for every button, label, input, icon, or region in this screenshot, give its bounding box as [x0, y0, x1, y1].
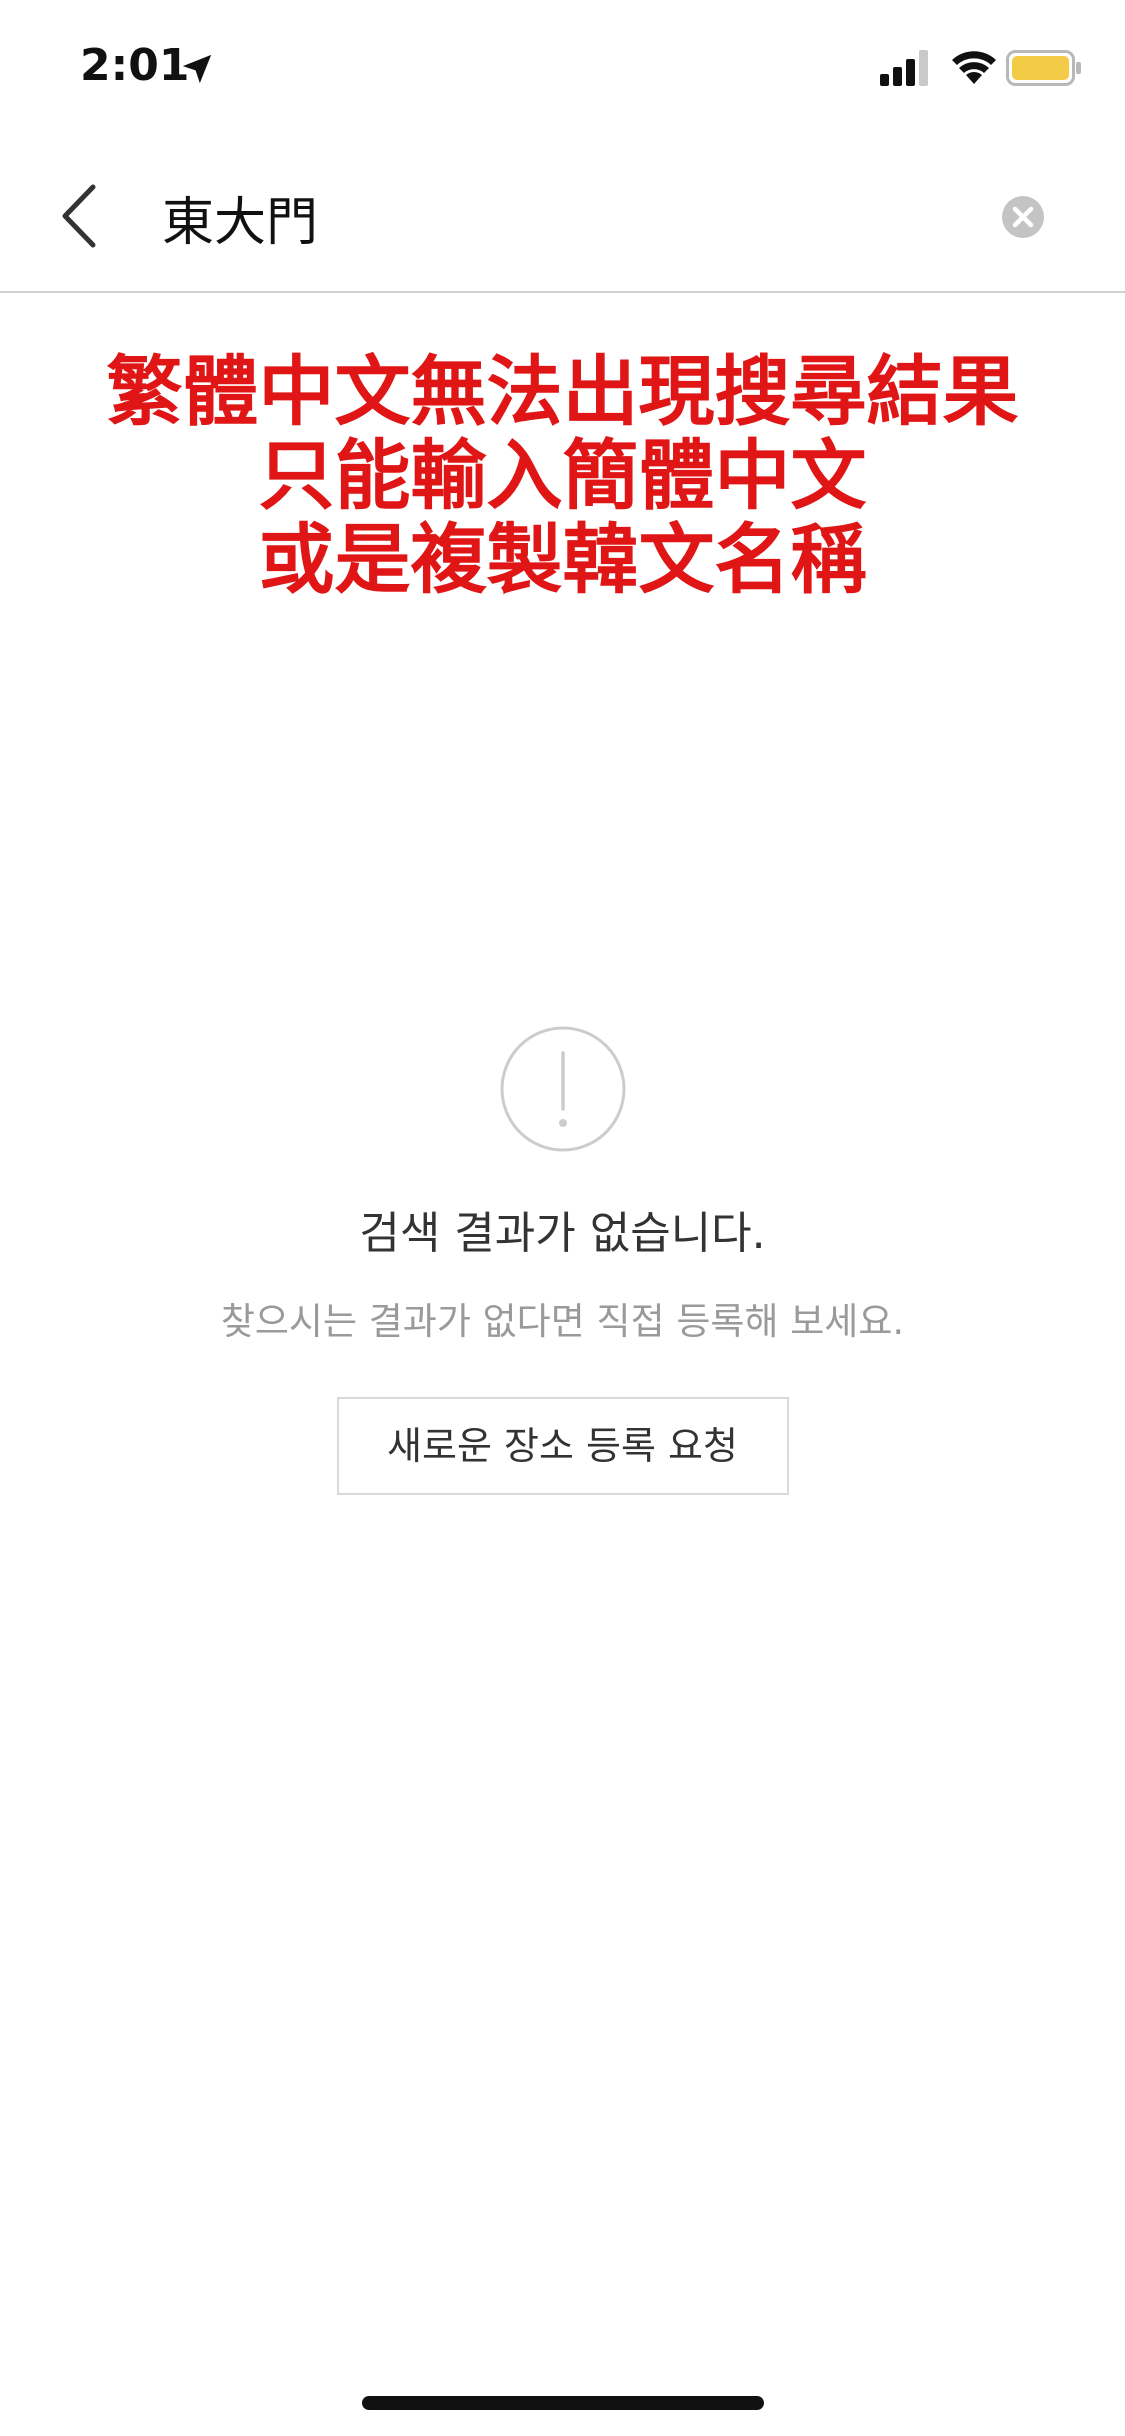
register-place-button[interactable]: 새로운 장소 등록 요청	[336, 1397, 789, 1495]
battery-icon	[1006, 50, 1081, 86]
exclamation-circle-icon	[500, 1026, 625, 1152]
search-header	[0, 140, 1125, 293]
empty-subtitle: 찾으시는 결과가 없다면 직접 등록해 보세요.	[220, 1300, 905, 1343]
annotation-line: 或是複製韓文名稱	[258, 515, 867, 604]
empty-state: 검색 결과가 없습니다. 찾으시는 결과가 없다면 직접 등록해 보세요. 새로…	[0, 1025, 1125, 1495]
status-bar: 2:01	[0, 0, 1125, 140]
annotation-line: 只能輸入簡體中文	[258, 431, 867, 520]
chevron-left-icon	[62, 184, 96, 248]
clear-circle-icon[interactable]	[1000, 194, 1046, 240]
home-indicator[interactable]	[362, 2396, 764, 2410]
screen: 2:01 東大門 繁體中文無法出現搜尋結果 只能輸入簡體中文 或是複製韓文名稱 …	[0, 0, 1125, 2436]
cellular-signal-icon	[880, 50, 928, 86]
location-arrow-icon	[182, 54, 212, 84]
empty-title: 검색 결과가 없습니다.	[359, 1208, 766, 1259]
back-button[interactable]	[44, 176, 114, 256]
wifi-icon	[952, 51, 996, 84]
annotation-line: 繁體中文無法出現搜尋結果	[106, 347, 1019, 436]
search-input[interactable]	[162, 172, 962, 262]
annotation-text: 繁體中文無法出現搜尋結果 只能輸入簡體中文 或是複製韓文名稱	[0, 350, 1125, 602]
status-time: 2:01	[80, 40, 190, 91]
